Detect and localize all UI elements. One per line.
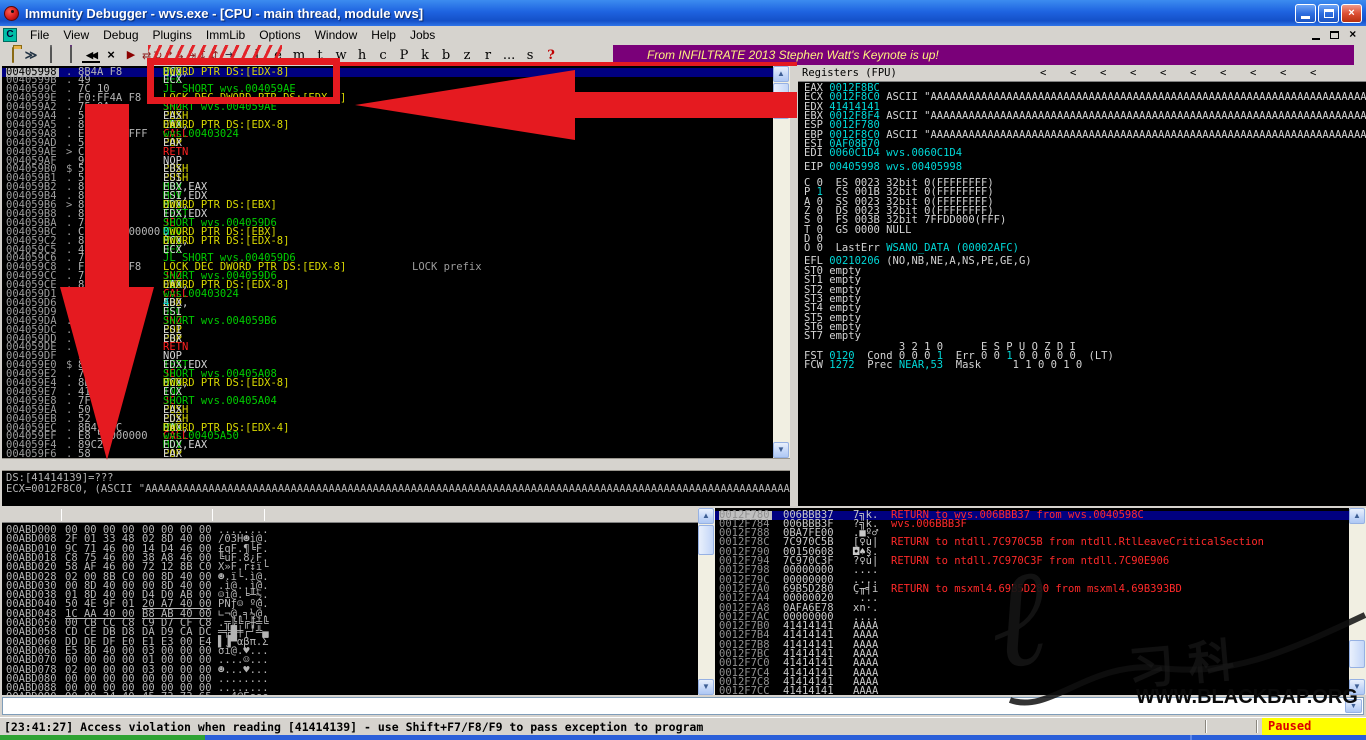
menu-bar: C File View Debug Plugins ImmLib Options Windo… bbox=[0, 26, 1366, 44]
annotation-arrow-down-body bbox=[85, 104, 129, 287]
close-button[interactable]: × bbox=[1341, 3, 1362, 23]
annotation-line bbox=[340, 62, 797, 66]
window-title: Immunity Debugger - wvs.exe - [CPU - mai… bbox=[25, 5, 424, 21]
scroll-down-icon[interactable]: ▼ bbox=[773, 442, 789, 458]
open-file-icon[interactable] bbox=[2, 47, 20, 63]
toolbar-button-k[interactable]: k bbox=[415, 48, 436, 63]
scroll-down-icon[interactable]: ▼ bbox=[698, 679, 714, 695]
annotation-arrow-down-head bbox=[60, 287, 154, 460]
toolbar-button-r[interactable]: r bbox=[478, 48, 499, 63]
step-back-icon[interactable]: ◀◀ bbox=[82, 49, 100, 63]
menu-item-immlib[interactable]: ImmLib bbox=[199, 27, 252, 43]
menu-item-help[interactable]: Help bbox=[364, 27, 403, 43]
chevron-left-icon[interactable]: < bbox=[1130, 66, 1136, 81]
toolbar-button-?[interactable]: ? bbox=[541, 48, 562, 63]
annotation-arrow-left-head bbox=[355, 70, 575, 140]
command-input[interactable]: ▼ bbox=[2, 697, 1364, 715]
close-process-icon[interactable]: × bbox=[102, 47, 120, 63]
register-line[interactable]: EBP 0012F8C0 ASCII "AAAAAAAAAAAAAAAAAAAA… bbox=[804, 129, 1366, 140]
info-line-2: ECX=0012F8C0, (ASCII "AAAAAAAAAAAAAAAAAA… bbox=[6, 483, 790, 495]
mdi-restore-button[interactable] bbox=[1327, 29, 1342, 42]
scroll-up-icon[interactable]: ▲ bbox=[773, 66, 789, 82]
menu-item-plugins[interactable]: Plugins bbox=[146, 27, 199, 43]
register-line[interactable]: EBX 0012F8F4 ASCII "AAAAAAAAAAAAAAAAAAAA… bbox=[804, 111, 1366, 122]
chevron-left-icon[interactable]: < bbox=[1100, 66, 1106, 81]
menu-item-debug[interactable]: Debug bbox=[96, 27, 145, 43]
scroll-down-icon[interactable]: ▼ bbox=[1349, 679, 1365, 695]
register-line[interactable]: ECX 0012F8C0 ASCII "AAAAAAAAAAAAAAAAAAAA… bbox=[804, 92, 1366, 103]
menu-item-file[interactable]: File bbox=[23, 27, 56, 43]
menu-item-window[interactable]: Window bbox=[308, 27, 365, 43]
maximize-button[interactable] bbox=[1318, 3, 1339, 23]
register-line[interactable]: O 0 LastErr WSANO_DATA (00002AFC) bbox=[804, 243, 1019, 254]
title-bar: Immunity Debugger - wvs.exe - [CPU - mai… bbox=[0, 0, 1366, 26]
mdi-close-button[interactable]: × bbox=[1345, 27, 1360, 42]
hex-scrollbar[interactable]: ▲ ▼ bbox=[698, 508, 715, 695]
run-icon[interactable]: ▶ bbox=[122, 47, 140, 63]
stack-scrollbar[interactable]: ▲ ▼ bbox=[1349, 508, 1366, 695]
status-message: [23:41:27] Access violation when reading… bbox=[4, 720, 704, 734]
disasm-scrollbar[interactable]: ▲ ▼ bbox=[773, 66, 790, 458]
menu-item-view[interactable]: View bbox=[56, 27, 96, 43]
toolbar-button-z[interactable]: z bbox=[457, 48, 478, 63]
info-pane[interactable]: DS:[41414139]=??? ECX=0012F8C0, (ASCII "… bbox=[2, 471, 790, 506]
scroll-up-icon[interactable]: ▲ bbox=[698, 508, 714, 524]
registers-pane[interactable]: Registers (FPU) < < < < < < < < < < EAX 0012F8BC E… bbox=[798, 66, 1366, 506]
minimize-button[interactable] bbox=[1295, 3, 1316, 23]
chevron-left-icon[interactable]: < bbox=[1160, 66, 1166, 81]
info-line-1: DS:[41414139]=??? bbox=[6, 472, 114, 484]
status-bar: [23:41:27] Access violation when reading… bbox=[0, 717, 1366, 736]
status-badge: Paused bbox=[1262, 718, 1366, 736]
chevron-left-icon[interactable]: < bbox=[1310, 66, 1316, 81]
mdi-minimize-button[interactable] bbox=[1309, 29, 1324, 42]
restart-icon[interactable]: ≫ bbox=[22, 47, 40, 63]
registers-title: Registers (FPU) bbox=[802, 67, 897, 79]
chevron-left-icon[interactable]: < bbox=[1280, 66, 1286, 81]
toolbar-button-c[interactable]: c bbox=[373, 48, 394, 63]
scroll-thumb[interactable] bbox=[1349, 640, 1365, 668]
toolbar-button-h[interactable]: h bbox=[352, 48, 373, 63]
annotation-arrow-left-tail bbox=[575, 92, 797, 118]
chevron-left-icon[interactable]: < bbox=[1040, 66, 1046, 81]
command-bar: ▼ bbox=[0, 695, 1366, 717]
annotation-rectangle bbox=[147, 58, 340, 104]
register-line[interactable]: FCW 1272 Prec NEAR,53 Mask 1 1 0 0 1 0 bbox=[804, 360, 1082, 371]
registers-header: Registers (FPU) < < < < < < < < < < bbox=[798, 66, 1366, 82]
toolbar-button-b[interactable]: b bbox=[436, 48, 457, 63]
register-line[interactable]: EDI 0060C1D4 wvs.0060C1D4 bbox=[804, 148, 962, 159]
chevron-left-icon[interactable]: < bbox=[1250, 66, 1256, 81]
menu-item-jobs[interactable]: Jobs bbox=[403, 27, 442, 43]
register-line[interactable]: EIP 00405998 wvs.00405998 bbox=[804, 162, 962, 173]
toolbar-button-s[interactable]: s bbox=[520, 48, 541, 63]
scroll-up-icon[interactable]: ▲ bbox=[1349, 508, 1365, 524]
windows-icon[interactable] bbox=[42, 45, 60, 63]
immunity-debugger-window: Immunity Debugger - wvs.exe - [CPU - mai… bbox=[0, 0, 1366, 740]
toolbar-button-P[interactable]: P bbox=[394, 48, 415, 63]
toolbar-button-...[interactable]: ... bbox=[499, 48, 520, 63]
app-icon bbox=[4, 5, 19, 21]
stack-pane[interactable]: 0012F780 006BBB37 7╗k. RETURN to wvs.006BBB… bbox=[715, 508, 1349, 695]
hex-dump-pane[interactable]: Address Hex dump ASCII 00ABD000 00 00 00 … bbox=[2, 508, 698, 695]
scroll-thumb[interactable] bbox=[698, 525, 714, 555]
chevron-down-icon[interactable]: ▼ bbox=[1345, 699, 1362, 713]
chevron-left-icon[interactable]: < bbox=[1190, 66, 1196, 81]
patches-window-icon[interactable] bbox=[62, 45, 80, 63]
chevron-left-icon[interactable]: < bbox=[1220, 66, 1226, 81]
chevron-left-icon[interactable]: < bbox=[1070, 66, 1076, 81]
taskbar-strip bbox=[0, 735, 1366, 740]
menu-item-options[interactable]: Options bbox=[252, 27, 307, 43]
hex-dump-header: Address Hex dump ASCII bbox=[2, 508, 698, 563]
start-button-sliver bbox=[0, 735, 205, 740]
stack-row[interactable]: 0012F7CC 41414141 AAAA bbox=[715, 686, 1349, 695]
mdi-child-icon[interactable]: C bbox=[3, 28, 17, 42]
